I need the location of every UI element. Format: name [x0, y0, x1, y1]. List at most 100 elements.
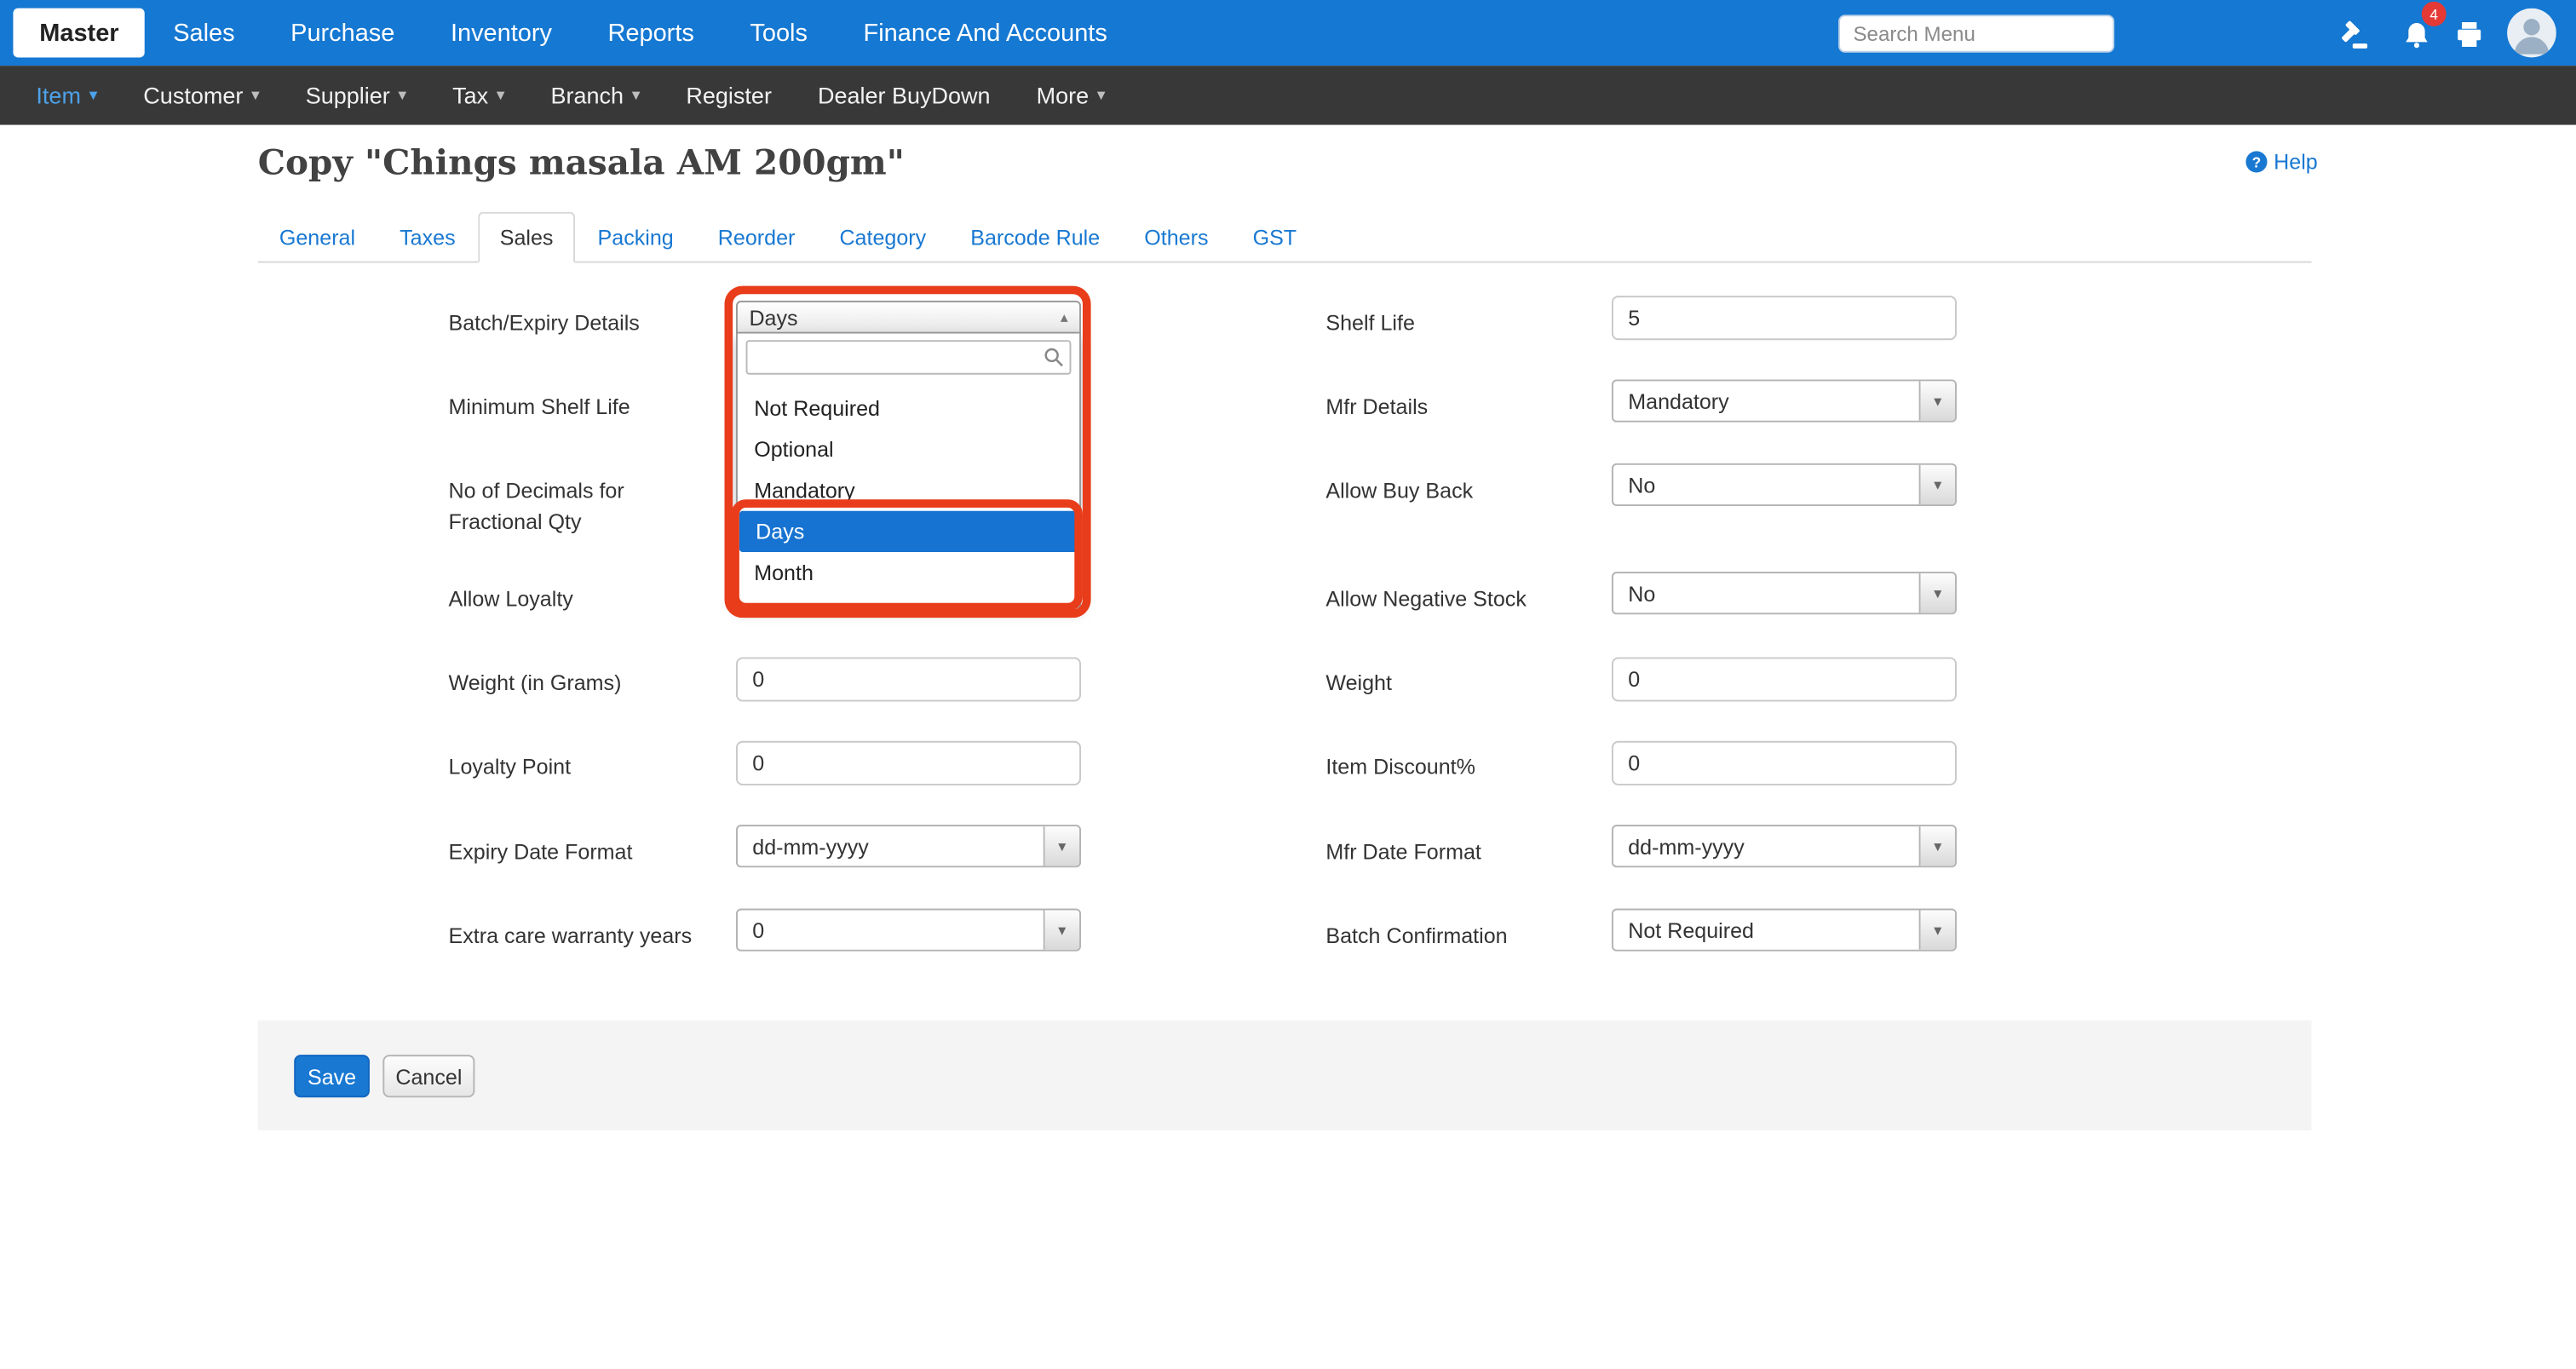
select-value: No	[1613, 581, 1919, 606]
extra-care-warranty-years-select[interactable]: 0 ▼	[736, 909, 1081, 952]
subnav-item-supplier[interactable]: Supplier ▾	[283, 66, 429, 124]
dropdown-option-days[interactable]: Days	[739, 511, 1078, 552]
chevron-down-icon: ▾	[632, 86, 641, 104]
subnav-item-label: More	[1037, 82, 1090, 108]
chevron-down-icon: ▾	[89, 86, 98, 104]
subnav-item-customer[interactable]: Customer ▾	[120, 66, 282, 124]
field-label-allow-loyalty: Allow Loyalty	[449, 584, 712, 615]
select-value: Mandatory	[1613, 388, 1919, 413]
chevron-down-icon: ▾	[497, 86, 505, 104]
select-arrow-icon: ▼	[1044, 826, 1079, 866]
top-navbar: Master Sales Purchase Inventory Reports …	[0, 0, 2576, 66]
search-icon	[1044, 347, 1065, 377]
subnav-item-label: Tax	[452, 82, 488, 108]
select-arrow-icon: ▼	[1044, 910, 1079, 949]
tab-others[interactable]: Others	[1123, 212, 1229, 262]
search-menu-input[interactable]	[1838, 14, 2114, 52]
field-label-allow-negative-stock: Allow Negative Stock	[1325, 584, 1589, 615]
expiry-date-format-select[interactable]: dd-mm-yyyy ▼	[736, 825, 1081, 867]
select-value: 0	[738, 917, 1044, 942]
help-link[interactable]: ? Help	[2245, 150, 2317, 175]
batch-expiry-dropdown-panel: Not Required Optional Mandatory Days Mon…	[736, 334, 1081, 608]
tab-bar: General Taxes Sales Packing Reorder Cate…	[258, 212, 2312, 263]
select-value: Not Required	[1613, 917, 1919, 942]
dropdown-option-month[interactable]: Month	[738, 552, 1079, 593]
field-label-shelf-life: Shelf Life	[1325, 308, 1589, 339]
notification-badge: 4	[2422, 2, 2447, 26]
nav-item-finance-and-accounts[interactable]: Finance And Accounts	[836, 0, 1136, 66]
subnav-item-label: Branch	[551, 82, 624, 108]
application-window: Master Sales Purchase Inventory Reports …	[0, 0, 2576, 1369]
tab-sales[interactable]: Sales	[479, 212, 575, 263]
subnav-item-item[interactable]: Item ▾	[13, 66, 120, 124]
cancel-button[interactable]: Cancel	[382, 1055, 474, 1097]
dropdown-options-list: Not Required Optional Mandatory Days Mon…	[738, 388, 1079, 593]
tab-category[interactable]: Category	[818, 212, 947, 262]
field-label-allow-buy-back: Allow Buy Back	[1325, 475, 1589, 506]
chevron-down-icon: ▾	[251, 86, 260, 104]
page-title: Copy "Chings masala AM 200gm"	[258, 141, 905, 182]
subnav-item-tax[interactable]: Tax ▾	[429, 66, 527, 124]
combobox-selected-value: Days	[749, 305, 797, 330]
tab-taxes[interactable]: Taxes	[378, 212, 477, 262]
user-avatar[interactable]	[2507, 9, 2556, 58]
nav-item-sales[interactable]: Sales	[145, 0, 262, 66]
subnav-item-label: Register	[686, 82, 772, 108]
select-arrow-icon: ▼	[1919, 910, 1955, 949]
nav-item-reports[interactable]: Reports	[580, 0, 722, 66]
item-discount-input[interactable]	[1612, 741, 1957, 785]
subnav-item-branch[interactable]: Branch ▾	[528, 66, 664, 124]
nav-item-inventory[interactable]: Inventory	[423, 0, 580, 66]
chevron-down-icon: ▾	[1097, 86, 1106, 104]
select-arrow-icon: ▼	[1919, 381, 1955, 420]
footer-action-bar	[258, 1021, 2312, 1130]
tab-reorder[interactable]: Reorder	[697, 212, 817, 262]
shelf-life-input[interactable]	[1612, 296, 1957, 340]
batch-expiry-combobox[interactable]: Days ▴	[736, 301, 1081, 334]
dropdown-option-mandatory[interactable]: Mandatory	[738, 470, 1079, 511]
field-label-weight: Weight	[1325, 667, 1589, 699]
select-arrow-icon: ▼	[1919, 465, 1955, 504]
field-label-loyalty-point: Loyalty Point	[449, 751, 712, 782]
dropdown-search-input[interactable]	[746, 340, 1072, 375]
chevron-down-icon: ▾	[398, 86, 406, 104]
field-label-mfr-details: Mfr Details	[1325, 391, 1589, 423]
allow-buy-back-select[interactable]: No ▼	[1612, 463, 1957, 506]
mfr-date-format-select[interactable]: dd-mm-yyyy ▼	[1612, 825, 1957, 867]
printer-icon[interactable]	[2451, 16, 2487, 52]
nav-item-tools[interactable]: Tools	[722, 0, 836, 66]
mfr-details-select[interactable]: Mandatory ▼	[1612, 380, 1957, 423]
gavel-icon[interactable]	[2335, 16, 2371, 52]
subnav-item-label: Item	[36, 82, 81, 108]
weight-input[interactable]	[1612, 657, 1957, 701]
tab-general[interactable]: General	[258, 212, 377, 262]
field-label-minimum-shelf-life: Minimum Shelf Life	[449, 391, 712, 423]
weight-in-grams-input[interactable]	[736, 657, 1081, 701]
tab-barcode-rule[interactable]: Barcode Rule	[949, 212, 1121, 262]
tab-packing[interactable]: Packing	[576, 212, 694, 262]
field-label-mfr-date-format: Mfr Date Format	[1325, 837, 1589, 868]
field-label-expiry-date-format: Expiry Date Format	[449, 837, 712, 868]
subnav-item-label: Supplier	[306, 82, 390, 108]
select-arrow-icon: ▼	[1919, 573, 1955, 613]
tab-gst[interactable]: GST	[1232, 212, 1319, 262]
subnav-item-label: Customer	[143, 82, 243, 108]
save-button[interactable]: Save	[294, 1055, 370, 1097]
allow-negative-stock-select[interactable]: No ▼	[1612, 572, 1957, 614]
select-value: No	[1613, 472, 1919, 497]
dropdown-option-not-required[interactable]: Not Required	[738, 388, 1079, 429]
subnav-item-more[interactable]: More ▾	[1014, 66, 1129, 124]
subnav-item-dealer-buydown[interactable]: Dealer BuyDown	[795, 66, 1014, 124]
subnav-item-label: Dealer BuyDown	[818, 82, 991, 108]
field-label-extra-care-warranty-years: Extra care warranty years	[449, 920, 712, 952]
subnav-item-register[interactable]: Register	[663, 66, 795, 124]
dropdown-option-optional[interactable]: Optional	[738, 429, 1079, 469]
field-label-weight-in-grams: Weight (in Grams)	[449, 667, 712, 699]
select-value: dd-mm-yyyy	[1613, 834, 1919, 859]
select-value: dd-mm-yyyy	[738, 834, 1044, 859]
nav-item-purchase[interactable]: Purchase	[262, 0, 423, 66]
loyalty-point-input[interactable]	[736, 741, 1081, 785]
nav-master[interactable]: Master	[13, 9, 145, 58]
batch-confirmation-select[interactable]: Not Required ▼	[1612, 909, 1957, 952]
chevron-up-icon: ▴	[1061, 308, 1068, 326]
